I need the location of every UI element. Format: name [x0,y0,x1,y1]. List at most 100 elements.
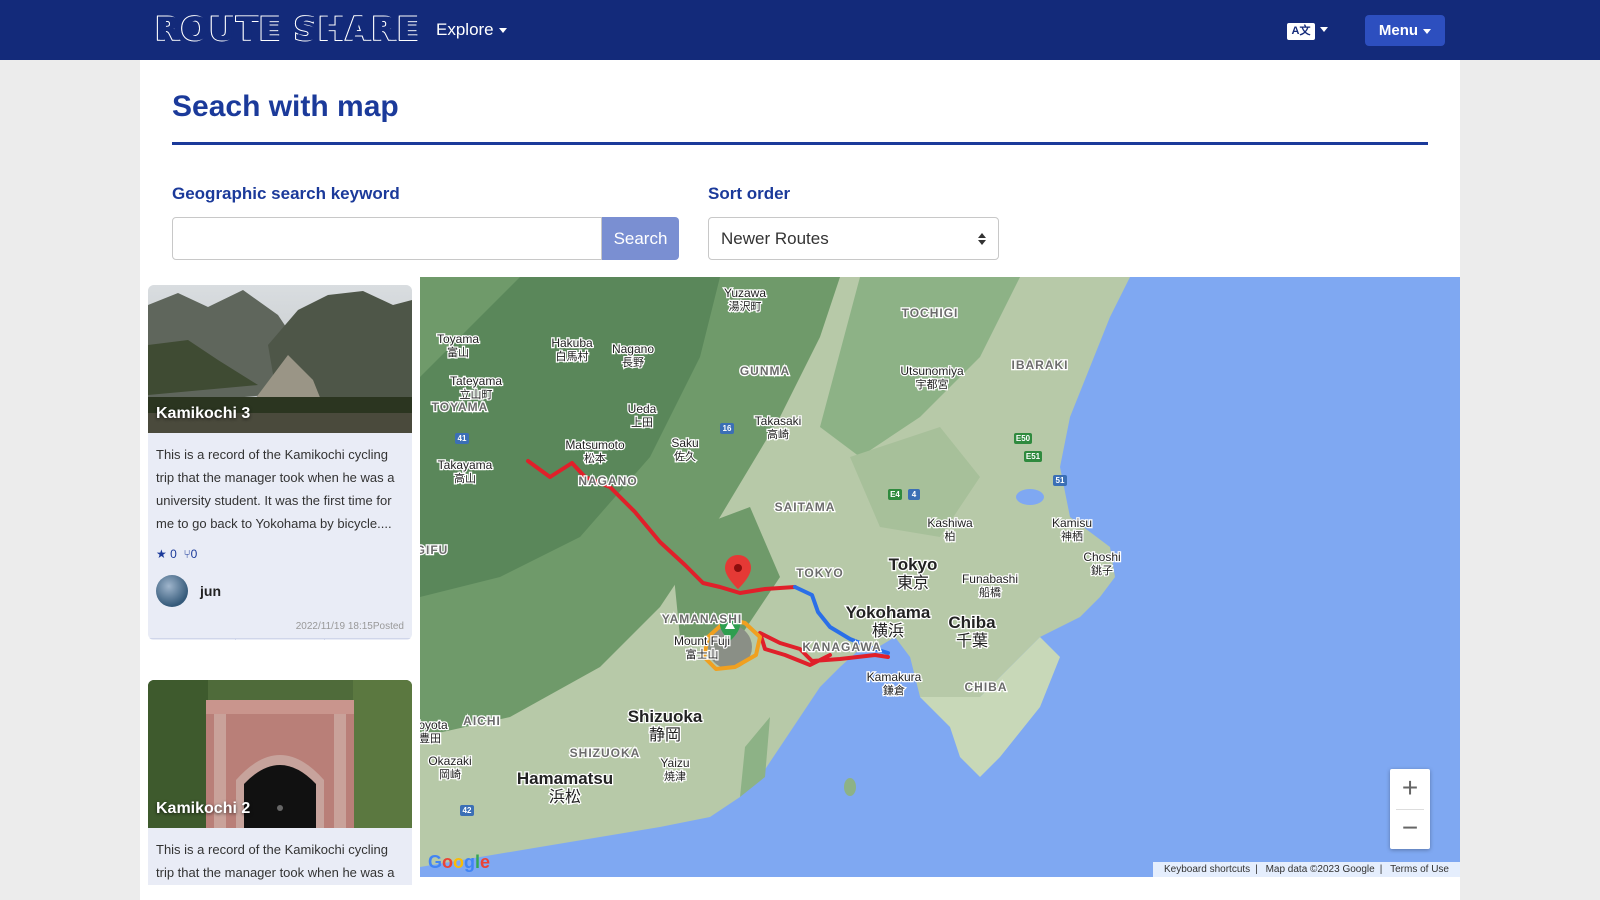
map-place-label: 船橋 [979,585,1001,599]
map-place-label: NAGANO [578,474,637,488]
map-place-label: TOCHIGI [902,306,959,320]
map-place-label: Chiba [948,613,996,632]
map-place-label: CHIBA [965,680,1008,694]
map-place-label: Okazaki [428,754,471,768]
map-attribution: Keyboard shortcuts | Map data ©2023 Googl… [1153,862,1460,877]
map-view[interactable]: 41 16 E50 E51 E4 4 51 42 Yuzawa 湯沢町 TOCHIG… [420,277,1460,877]
explore-dropdown[interactable]: Explore [436,20,507,40]
highway-shield: E51 [1026,452,1041,461]
author-name: jun [200,583,221,599]
route-thumbnail[interactable]: Kamikochi 3 [148,285,412,433]
route-card[interactable]: Kamikochi 2 This is a record of the Kami… [148,680,412,885]
chevron-down-icon [498,28,507,34]
map-place-label: Toyama [437,332,479,346]
posted-date: 2022/11/19 18:15Posted [295,621,404,632]
zoom-in-button[interactable]: + [1390,769,1430,809]
google-logo[interactable]: Google [428,852,490,873]
map-place-label: Yaizu [660,756,689,770]
chevron-down-icon [1320,27,1328,33]
search-input[interactable] [172,217,602,260]
map-place-label: Shizuoka [628,707,703,726]
map-place-label: 高崎 [767,427,789,441]
map-place-label: Kashiwa [927,516,973,530]
map-canvas[interactable]: 41 16 E50 E51 E4 4 51 42 Yuzawa湯沢町 TOCHIG… [420,277,1460,877]
route-thumbnail[interactable]: Kamikochi 2 [148,680,412,828]
star-count: 0 [170,547,177,561]
sort-select[interactable]: Newer Routes [708,217,999,260]
card-title: Kamikochi 2 [156,800,251,817]
map-place-label: AICHI [463,714,501,728]
search-button[interactable]: Search [602,217,679,260]
favorite-button[interactable]: ☆ [148,639,237,640]
map-place-label: 神栖 [1061,529,1083,543]
card-description: This is a record of the Kamikochi cyclin… [156,842,395,880]
map-place-label: Tateyama [450,374,502,388]
map-place-label: GUNMA [740,364,790,378]
menu-button[interactable]: Menu [1365,15,1445,46]
map-place-label: 高山 [454,471,476,485]
brand-logo[interactable]: ROUTE SHARE [154,9,420,49]
map-place-label: Kamakura [867,670,922,684]
title-divider [172,142,1428,145]
map-place-label: Takayama [438,458,493,472]
map-place-label: Utsunomiya [900,364,964,378]
highway-shield: 41 [458,434,467,443]
map-place-label: Hamamatsu [517,769,613,788]
more-button[interactable]: ••• [325,639,412,640]
map-place-label: Kamisu [1052,516,1092,530]
map-place-label: Nagano [612,342,654,356]
map-place-label: 焼津 [664,770,686,783]
star-icon: ★ [156,547,167,561]
map-place-label: 上田 [631,416,653,429]
card-title: Kamikochi 3 [156,405,251,422]
language-dropdown[interactable]: A文 [1287,21,1328,40]
menu-label: Menu [1378,22,1419,39]
map-place-label: Choshi [1083,550,1120,564]
map-place-label: 浜松 [549,788,581,806]
card-actions: ☆ ••• [148,638,412,640]
route-card[interactable]: Kamikochi 3 This is a record of the Kami… [148,285,412,640]
chevron-down-icon [1423,28,1432,34]
highway-shield: 42 [463,806,472,815]
map-place-label: 静岡 [649,726,681,744]
map-place-label: 千葉 [956,632,988,650]
map-place-label: KANAGAWA [802,640,881,654]
map-place-label: Yokohama [846,603,931,622]
fork-count: 0 [190,547,198,561]
map-place-label: 長野 [622,356,644,369]
map-place-label: 湯沢町 [729,299,762,313]
map-place-label: YAMANASHI [662,612,743,626]
map-place-label: 富士山 [686,647,719,661]
highway-shield: 51 [1056,476,1065,485]
map-place-label: Hakuba [551,336,593,350]
card-stats: ★ 0 ⑂0 [156,547,197,561]
sort-value: Newer Routes [721,229,829,248]
map-place-label: 鎌倉 [883,683,905,697]
map-place-label: 松本 [584,451,606,465]
sort-label: Sort order [708,184,791,203]
map-place-label: Matsumoto [565,438,625,452]
select-arrows-icon [978,233,986,245]
map-place-label: IBARAKI [1012,358,1069,372]
map-place-label: 柏 [945,529,956,543]
zoom-divider [1396,809,1424,810]
map-place-label: 立山町 [460,387,493,401]
map-place-label: Takasaki [755,414,802,428]
zoom-out-button[interactable]: − [1390,809,1430,849]
highway-shield: 4 [912,490,917,499]
top-navbar: ROUTE SHARE Explore A文 Menu [0,0,1600,60]
map-place-label: 佐久 [674,449,696,463]
map-place-label: Funabashi [962,572,1018,586]
map-place-label: TOKYO [796,566,843,580]
avatar [156,575,188,607]
map-place-label: 銚子 [1091,563,1113,577]
main-panel: Seach with map Geographic search keyword… [140,60,1460,900]
card-description: This is a record of the Kamikochi cyclin… [156,447,395,531]
highway-shield: 16 [723,424,732,433]
highway-shield: E50 [1016,434,1031,443]
translate-icon: A文 [1287,23,1315,40]
keyboard-shortcuts-link[interactable]: Keyboard shortcuts [1164,864,1250,875]
terms-link[interactable]: Terms of Use [1390,864,1449,875]
map-place-label: TOYAMA [432,400,489,414]
download-button[interactable] [236,639,325,640]
